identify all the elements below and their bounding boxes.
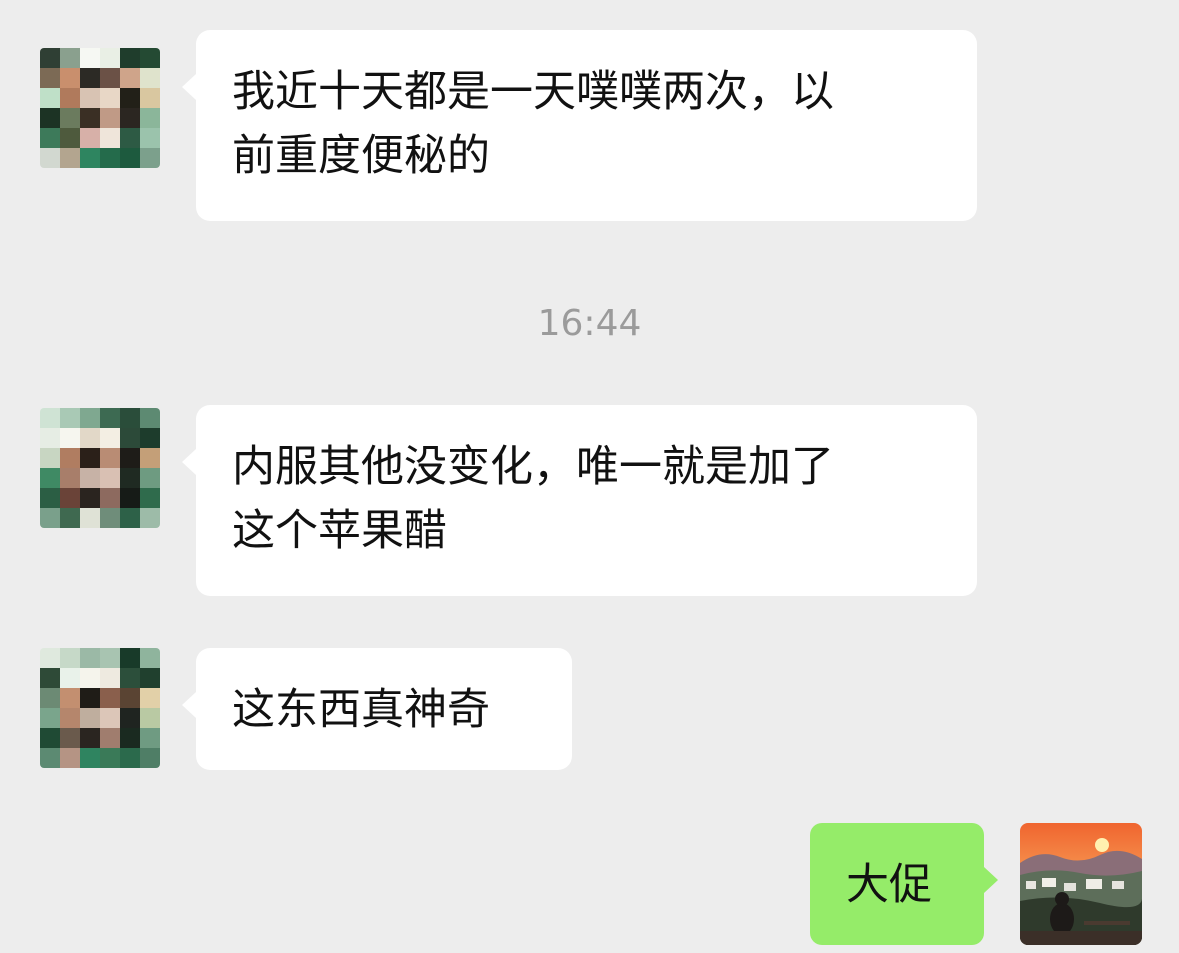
message-text-line: 我近十天都是一天噗噗两次，以 — [232, 67, 834, 117]
sunset-photo-icon — [1020, 823, 1142, 945]
bubble-tail — [984, 867, 998, 893]
self-avatar[interactable] — [1020, 823, 1142, 945]
message-text-line: 这东西真神奇 — [232, 685, 490, 735]
contact-avatar[interactable] — [40, 48, 160, 168]
incoming-message-bubble[interactable]: 这东西真神奇 — [182, 648, 572, 770]
bubble-tail — [182, 692, 196, 718]
bubble-tail — [182, 74, 196, 100]
avatar-mosaic — [40, 408, 160, 528]
avatar-mosaic — [40, 48, 160, 168]
message-text-line: 这个苹果醋 — [232, 506, 447, 556]
message-timestamp: 16:44 — [537, 303, 642, 344]
contact-avatar[interactable] — [40, 408, 160, 528]
message-text-line: 内服其他没变化，唯一就是加了 — [232, 442, 834, 492]
message-text-line: 大促 — [846, 860, 932, 910]
avatar-mosaic — [40, 648, 160, 768]
outgoing-message-bubble[interactable]: 大促 — [810, 823, 998, 945]
bubble-tail — [182, 449, 196, 475]
incoming-message-bubble[interactable]: 内服其他没变化，唯一就是加了 这个苹果醋 — [182, 405, 977, 596]
message-text-line: 前重度便秘的 — [232, 131, 490, 181]
contact-avatar[interactable] — [40, 648, 160, 768]
incoming-message-bubble[interactable]: 我近十天都是一天噗噗两次，以 前重度便秘的 — [182, 30, 977, 221]
